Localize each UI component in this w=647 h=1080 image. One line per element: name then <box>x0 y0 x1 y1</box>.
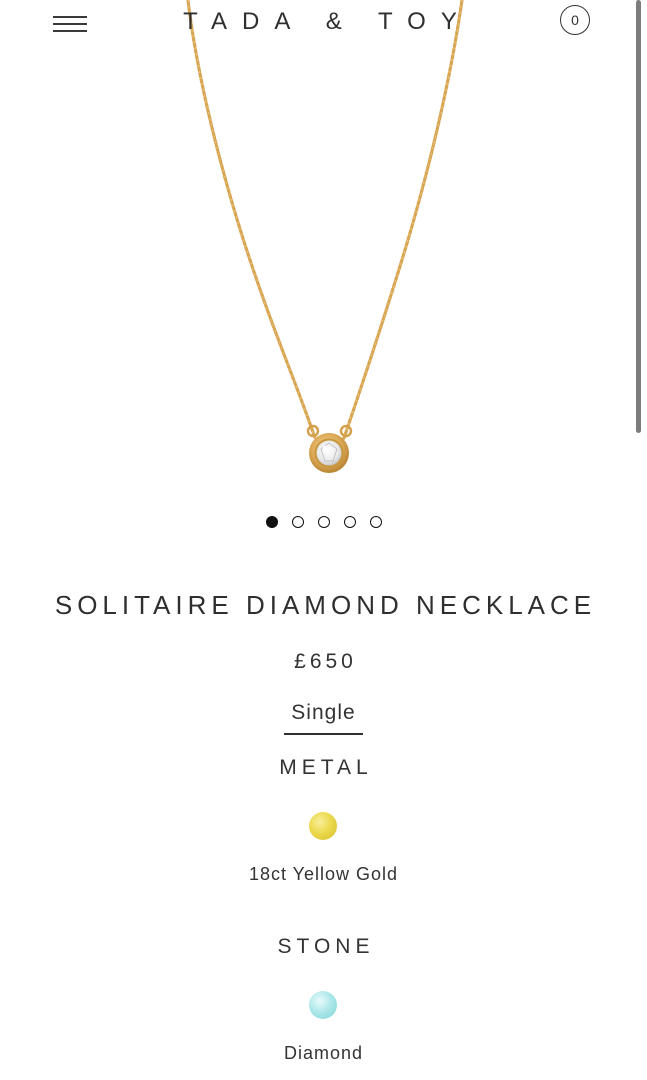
carousel-dot-4[interactable] <box>343 516 356 528</box>
carousel-dot-5[interactable] <box>369 516 382 528</box>
metal-heading: METAL <box>279 756 373 779</box>
stone-swatch-diamond[interactable] <box>309 991 337 1019</box>
brand-logo[interactable]: TADA & TOY <box>0 8 647 36</box>
metal-option-label: 18ct Yellow Gold <box>248 864 399 884</box>
stone-heading: STONE <box>277 935 375 958</box>
carousel-dot-2[interactable] <box>291 516 304 528</box>
metal-swatch-yellow-gold[interactable] <box>309 812 337 840</box>
product-price: £650 <box>294 650 357 673</box>
necklace-image <box>186 0 464 473</box>
stone-option-label: Diamond <box>283 1043 364 1063</box>
variant-tab-single[interactable]: Single <box>284 701 363 735</box>
product-title: SOLITAIRE DIAMOND NECKLACE <box>54 590 597 620</box>
carousel-dots <box>0 516 647 528</box>
carousel-dot-1[interactable] <box>265 516 278 528</box>
product-image[interactable] <box>0 0 647 500</box>
carousel-dot-3[interactable] <box>317 516 330 528</box>
